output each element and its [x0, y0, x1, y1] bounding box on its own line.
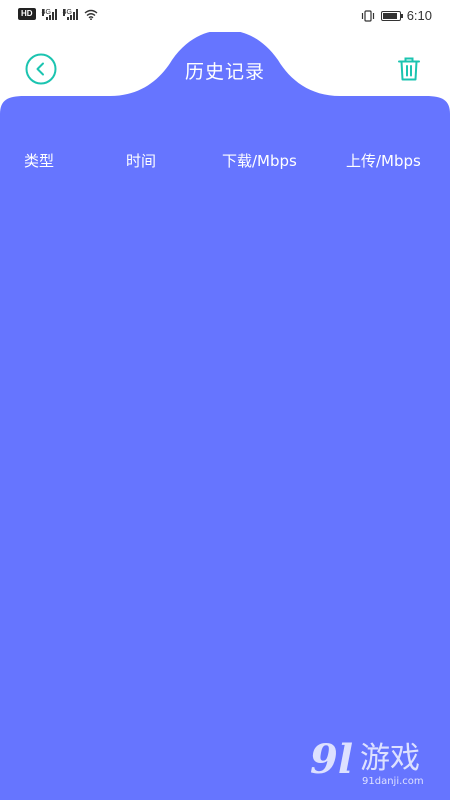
history-table-header: 类型 时间 下载/Mbps 上传/Mbps: [0, 146, 450, 172]
signal-sim1-icon: 4G: [41, 8, 57, 20]
app-header: 历史记录: [0, 32, 450, 102]
watermark-name: 游戏: [360, 741, 420, 776]
hd-badge: HD: [18, 8, 36, 20]
column-header-time: 时间: [126, 152, 157, 170]
vibrate-icon: [361, 9, 374, 22]
column-header-type: 类型: [24, 152, 55, 170]
column-header-download: 下载/Mbps: [222, 152, 297, 170]
history-list[interactable]: [0, 180, 450, 740]
signal-sim2-icon: 4G: [62, 8, 78, 20]
watermark-url: 91danji.com: [362, 776, 424, 787]
status-bar-left: HD 4G 4G: [18, 8, 98, 20]
status-bar: HD 4G 4G 6:10: [0, 0, 450, 32]
column-header-upload: 上传/Mbps: [346, 152, 421, 170]
wifi-icon: [84, 9, 98, 20]
status-time: 6:10: [406, 8, 432, 23]
sim2-network-label: 4G: [62, 8, 72, 16]
delete-history-button[interactable]: [398, 57, 420, 81]
page-title: 历史记录: [184, 61, 265, 83]
status-bar-right: 6:10: [361, 8, 432, 23]
watermark-logo: 9l: [310, 736, 354, 783]
sim1-network-label: 4G: [41, 8, 51, 16]
trash-icon: [398, 57, 420, 81]
watermark: 9l 游戏 91danji.com: [310, 738, 438, 790]
battery-icon: [380, 10, 403, 21]
